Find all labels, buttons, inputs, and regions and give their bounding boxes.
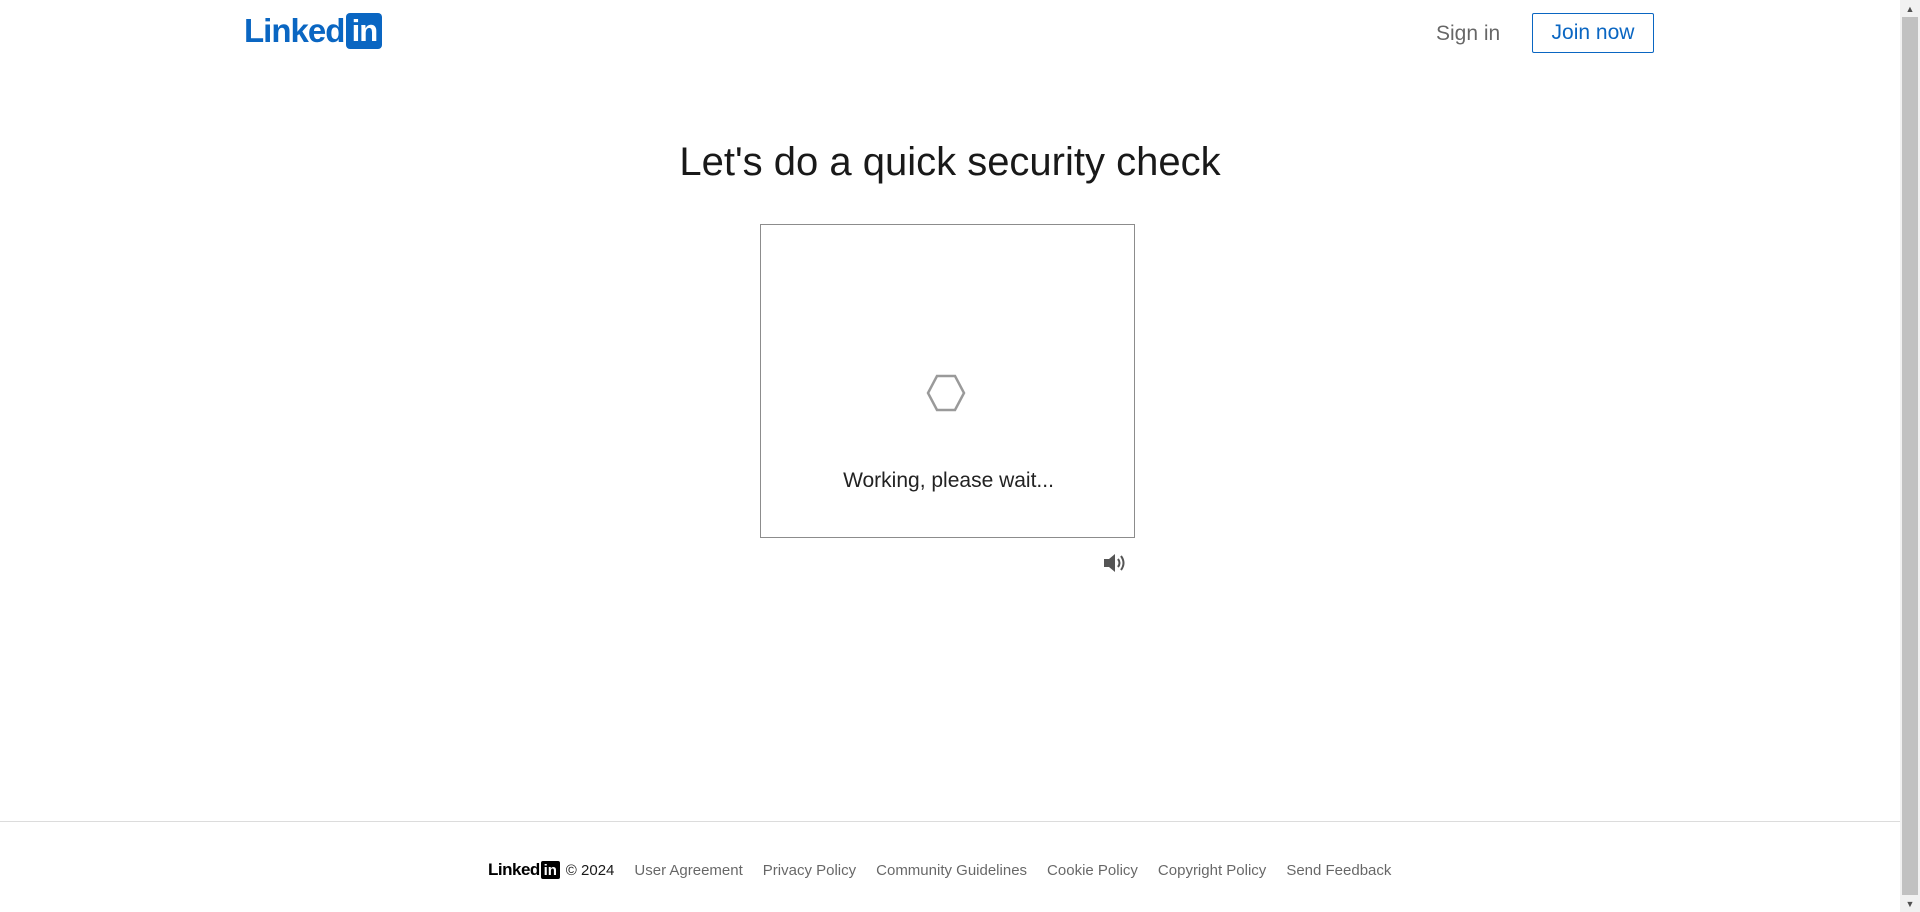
footer-logo-text: Linked (488, 860, 540, 879)
sign-in-link[interactable]: Sign in (1436, 20, 1500, 48)
scroll-down-arrow-icon[interactable]: ▼ (1900, 895, 1920, 912)
status-text: Working, please wait... (843, 469, 1054, 492)
scrollbar-thumb[interactable] (1902, 17, 1918, 895)
footer-link-privacy-policy[interactable]: Privacy Policy (763, 862, 856, 879)
linkedin-logo[interactable]: Linked in (244, 12, 383, 49)
footer-link-community-guidelines[interactable]: Community Guidelines (876, 862, 1027, 879)
footer-link-cookie-policy[interactable]: Cookie Policy (1047, 862, 1138, 879)
footer-logo-in-box: in (540, 861, 560, 879)
security-challenge-frame[interactable]: Working, please wait... (760, 224, 1135, 538)
footer-divider (0, 821, 1900, 822)
footer-link-send-feedback[interactable]: Send Feedback (1286, 862, 1391, 879)
join-now-button[interactable]: Join now (1532, 13, 1654, 53)
logo-text: Linked (244, 12, 345, 49)
copyright-text: © 2024 (565, 861, 615, 879)
speaker-icon[interactable] (1103, 551, 1129, 575)
vertical-scrollbar[interactable]: ▲ ▼ (1900, 0, 1920, 912)
page: Linked in Sign in Join now Let's do a qui… (0, 0, 1900, 912)
logo-in-box: in (346, 13, 383, 49)
footer-link-copyright-policy[interactable]: Copyright Policy (1158, 862, 1266, 879)
footer-linkedin-logo: Linked in (488, 860, 560, 880)
scroll-up-arrow-icon[interactable]: ▲ (1900, 0, 1920, 17)
footer: Linked in © 2024 User Agreement Privacy P… (488, 858, 1411, 882)
page-title: Let's do a quick security check (679, 140, 1221, 184)
hexagon-spinner-icon (926, 374, 966, 412)
footer-link-user-agreement[interactable]: User Agreement (634, 862, 742, 879)
